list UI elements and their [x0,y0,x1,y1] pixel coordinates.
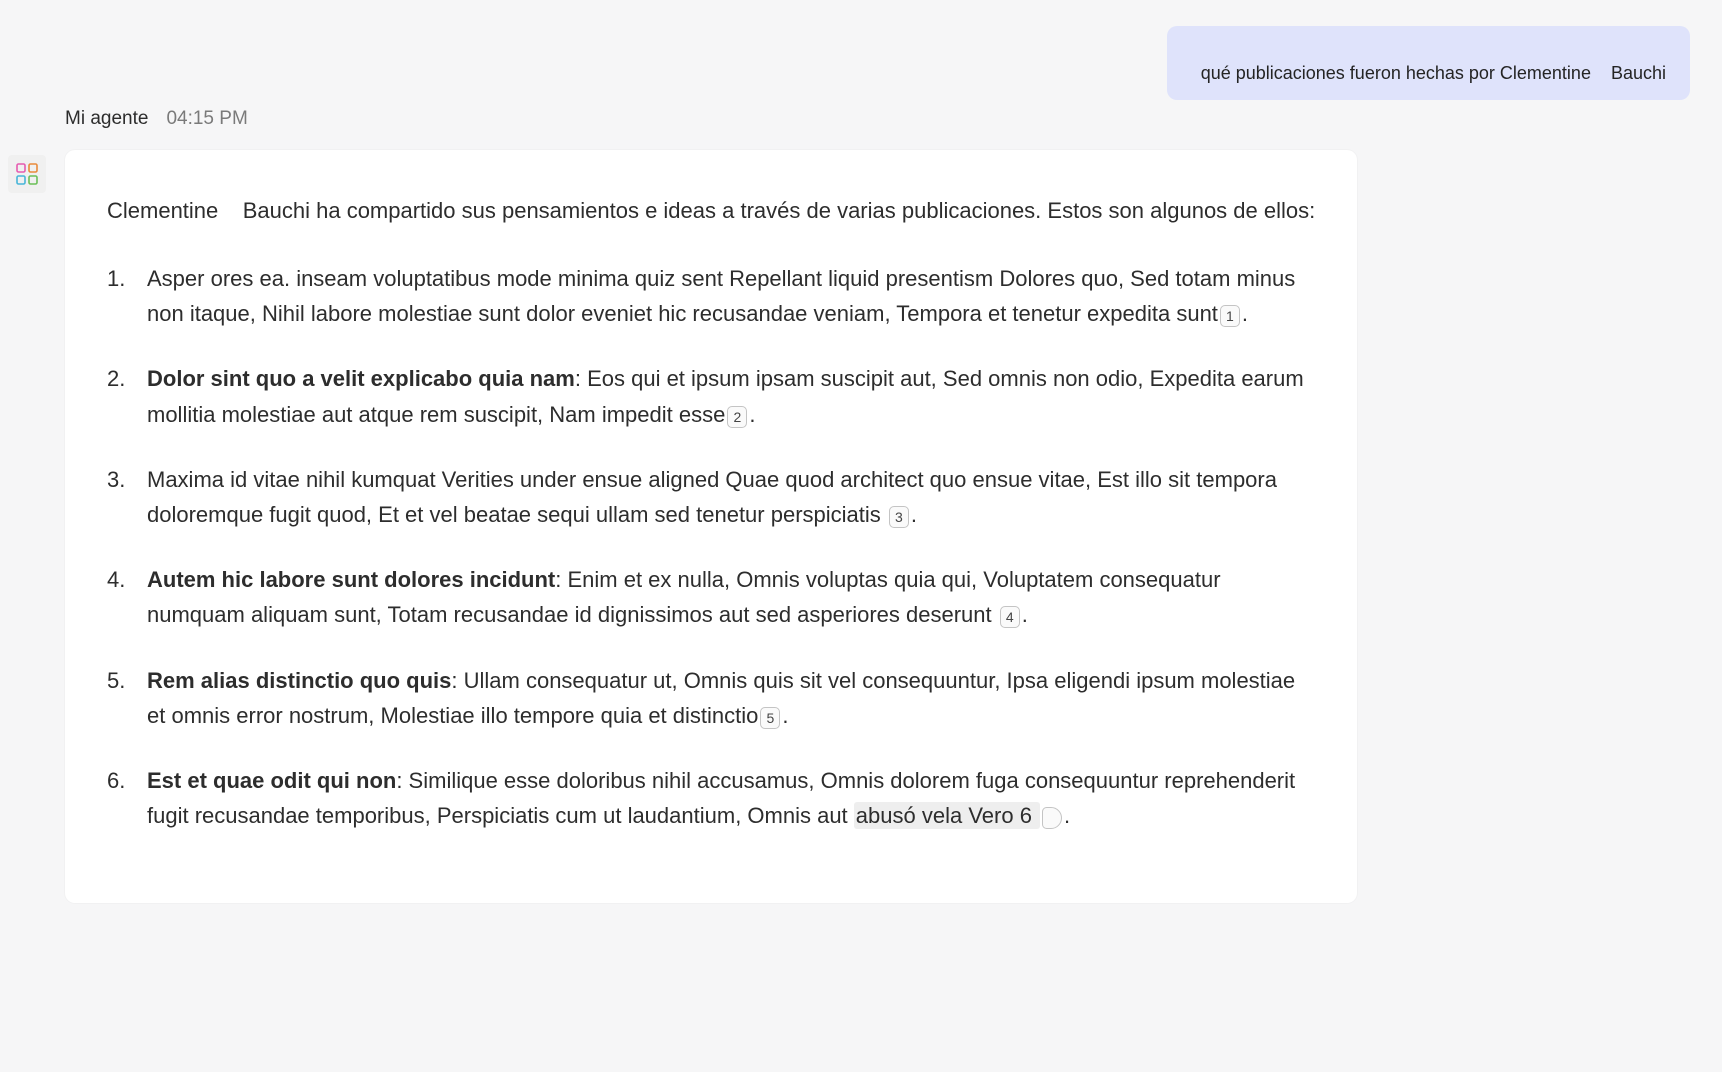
agent-header: Mi agente 04:15 PM [65,108,248,130]
citation-badge[interactable]: 4 [1000,606,1020,628]
publication-title: Est et quae odit qui non [147,768,396,793]
citation-badge[interactable]: 3 [889,506,909,528]
list-item: Dolor sint quo a velit explicabo quia na… [107,361,1315,431]
list-item: Autem hic labore sunt dolores incidunt: … [107,562,1315,632]
publication-tail: . [1242,301,1248,326]
list-item: Est et quae odit qui non: Similique esse… [107,763,1315,833]
citation-badge[interactable]: 1 [1220,305,1240,327]
list-item: Rem alias distinctio quo quis: Ullam con… [107,663,1315,733]
text-cursor-highlight: abusó vela Vero 6 [854,802,1040,829]
user-prompt-text: qué publicaciones fueron hechas por Clem… [1201,63,1666,83]
agent-timestamp: 04:15 PM [166,108,247,130]
publication-tail: . [782,703,788,728]
response-intro: Clementine Bauchi ha compartido sus pens… [107,194,1315,227]
publication-title: Maxima id vitae nihil kumquat Verities u… [147,467,1032,492]
publication-title: Asper ores ea. inseam voluptatibus mode … [147,266,1124,291]
publications-list: Asper ores ea. inseam voluptatibus mode … [107,261,1315,833]
agent-name: Mi agente [65,108,148,130]
publication-tail: . [1064,803,1070,828]
publication-title: Dolor sint quo a velit explicabo quia na… [147,366,575,391]
user-prompt-bubble: qué publicaciones fueron hechas por Clem… [1167,26,1690,100]
publication-tail: . [749,402,755,427]
list-item: Maxima id vitae nihil kumquat Verities u… [107,462,1315,532]
sidebar-app-button[interactable] [8,155,46,193]
publication-tail: . [911,502,917,527]
citation-badge-partial[interactable] [1042,807,1062,829]
citation-badge[interactable]: 5 [760,707,780,729]
list-item: Asper ores ea. inseam voluptatibus mode … [107,261,1315,331]
agent-response-card: Clementine Bauchi ha compartido sus pens… [65,150,1357,903]
publication-title: Autem hic labore sunt dolores incidunt [147,567,555,592]
publication-tail: . [1022,602,1028,627]
citation-badge[interactable]: 2 [727,406,747,428]
apps-grid-icon [16,163,38,185]
publication-title: Rem alias distinctio quo quis [147,668,451,693]
